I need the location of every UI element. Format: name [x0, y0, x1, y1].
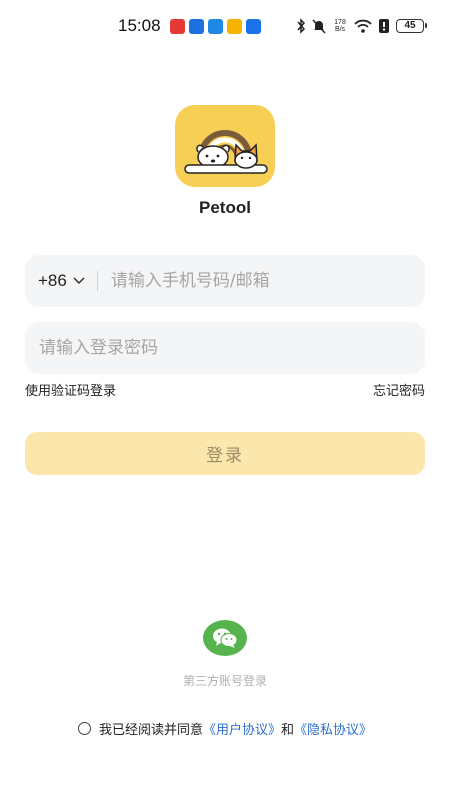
agreement-prefix: 我已经阅读并同意 [98, 723, 203, 738]
network-speed-value: 178 [334, 19, 346, 26]
country-code-value: +86 [38, 271, 67, 290]
privacy-policy-link[interactable]: 《隐私协议》 [294, 719, 372, 738]
wechat-login-button[interactable] [203, 620, 247, 656]
notification-icons [170, 19, 261, 34]
app-notification-icon [170, 19, 185, 34]
phone-input[interactable] [110, 255, 425, 307]
status-time: 15:08 [118, 16, 161, 35]
forgot-password-link[interactable]: 忘记密码 [373, 380, 425, 399]
wifi-icon [354, 19, 372, 33]
alert-icon [379, 19, 389, 33]
mute-bell-icon [312, 19, 326, 34]
code-login-link[interactable]: 使用验证码登录 [25, 380, 116, 399]
password-field [25, 322, 425, 374]
password-input[interactable] [39, 322, 425, 374]
app-notification-icon [189, 19, 204, 34]
app-notification-icon [246, 19, 261, 34]
third-party-label: 第三方账号登录 [182, 674, 267, 688]
bluetooth-icon [297, 18, 306, 34]
agreement-row: 我已经阅读并同意 《用户协议》 和 《隐私协议》 [0, 719, 450, 738]
app-logo [175, 105, 275, 187]
app-notification-icon [227, 19, 242, 34]
status-right: 178 B/s 45 [296, 18, 427, 34]
agreement-conjunction: 和 [281, 723, 295, 738]
field-divider [96, 271, 98, 291]
login-button[interactable]: 登录 [25, 432, 425, 475]
app-notification-icon [208, 19, 223, 34]
chevron-down-icon [73, 277, 85, 285]
status-bar: 15:08 178 B/s 45 [0, 14, 450, 40]
network-speed-unit: B/s [334, 26, 346, 33]
battery-indicator: 45 [396, 19, 427, 33]
country-code-selector[interactable]: +86 [38, 271, 85, 291]
auth-links: 使用验证码登录 忘记密码 [25, 380, 425, 399]
pet-logo-icon [184, 130, 268, 174]
network-speed: 178 B/s [332, 19, 348, 33]
app-name: Petool [199, 198, 251, 217]
phone-field: +86 [25, 255, 425, 307]
wechat-icon [213, 628, 238, 648]
agree-checkbox[interactable] [77, 722, 91, 735]
user-agreement-link[interactable]: 《用户协议》 [203, 719, 281, 738]
